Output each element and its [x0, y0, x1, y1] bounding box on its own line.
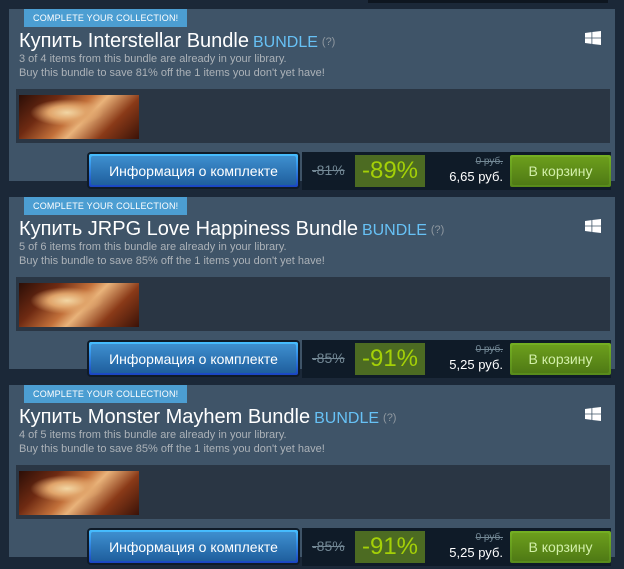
bundle-title-text: Купить JRPG Love Happiness Bundle [19, 218, 358, 240]
bundle-help-link[interactable]: (?) [431, 224, 444, 236]
game-thumbnail-image[interactable] [19, 471, 139, 515]
bundle-discount-pct: -85% [312, 538, 345, 554]
add-to-cart-button[interactable]: В корзину [510, 343, 611, 375]
discount-badge: -91% [355, 343, 425, 375]
bundle-title: Купить Monster Mayhem Bundle BUNDLE (?) [19, 405, 396, 431]
bundle-info-button[interactable]: Информация о комплекте [89, 154, 298, 187]
bundle-kind-label: BUNDLE [361, 222, 427, 239]
add-to-cart-label: В корзину [528, 163, 593, 179]
bundle-panel-monster-mayhem: COMPLETE YOUR COLLECTION! Купить Monster… [9, 385, 615, 566]
bundle-owned-note: 5 of 6 items from this bundle are alread… [19, 241, 287, 253]
original-price: 0 руб. [475, 344, 503, 355]
original-price: 0 руб. [475, 532, 503, 543]
purchase-area: -85% -91% 0 руб. 5,25 руб. В корзину [302, 340, 611, 378]
bundle-info-label: Информация о комплекте [109, 538, 278, 555]
final-price: 5,25 руб. [449, 357, 503, 372]
final-price: 5,25 руб. [449, 545, 503, 560]
purchase-area: -81% -89% 0 руб. 6,65 руб. В корзину [302, 152, 611, 190]
bundle-info-button[interactable]: Информация о комплекте [89, 530, 298, 563]
bundle-owned-note: 4 of 5 items from this bundle are alread… [19, 429, 287, 441]
final-price: 6,65 руб. [449, 169, 503, 184]
bundle-title-text: Купить Interstellar Bundle [19, 30, 249, 52]
bundle-items-strip [16, 277, 610, 331]
bundle-help-link[interactable]: (?) [322, 36, 335, 48]
bundle-panel-interstellar: COMPLETE YOUR COLLECTION! Купить Interst… [9, 9, 615, 190]
purchase-area: -85% -91% 0 руб. 5,25 руб. В корзину [302, 528, 611, 566]
add-to-cart-label: В корзину [528, 539, 593, 555]
complete-collection-tag: COMPLETE YOUR COLLECTION! [24, 197, 188, 215]
bundle-help-link[interactable]: (?) [383, 412, 396, 424]
bundle-info-label: Информация о комплекте [109, 350, 278, 367]
windows-icon [585, 219, 601, 233]
windows-icon [585, 407, 601, 421]
add-to-cart-button[interactable]: В корзину [510, 531, 611, 563]
game-thumbnail-image[interactable] [19, 95, 139, 139]
bundle-kind-label: BUNDLE [314, 410, 380, 427]
add-to-cart-label: В корзину [528, 351, 593, 367]
bundle-discount-pct: -85% [312, 350, 345, 366]
discount-badge: -89% [355, 155, 425, 187]
bundle-kind-label: BUNDLE [253, 34, 318, 51]
windows-icon [585, 31, 601, 45]
add-to-cart-button[interactable]: В корзину [510, 155, 611, 187]
bundle-info-button[interactable]: Информация о комплекте [89, 342, 298, 375]
original-price: 0 руб. [475, 156, 503, 167]
discount-badge: -91% [355, 531, 425, 563]
bundle-discount-pct: -81% [312, 162, 345, 178]
complete-collection-tag: COMPLETE YOUR COLLECTION! [24, 9, 188, 27]
bundle-owned-note: 3 of 4 items from this bundle are alread… [19, 53, 287, 65]
game-thumbnail-image[interactable] [19, 283, 139, 327]
bundle-info-label: Информация о комплекте [109, 162, 278, 179]
bundle-items-strip [16, 465, 610, 519]
top-divider [368, 0, 608, 3]
complete-collection-tag: COMPLETE YOUR COLLECTION! [24, 385, 188, 403]
bundle-title: Купить JRPG Love Happiness Bundle BUNDLE (… [19, 217, 444, 243]
bundle-panel-jrpg-love-happiness: COMPLETE YOUR COLLECTION! Купить JRPG Lo… [9, 197, 615, 378]
bundle-items-strip [16, 89, 610, 143]
bundle-save-note: Buy this bundle to save 85% off the 1 it… [19, 443, 325, 455]
bundle-save-note: Buy this bundle to save 81% off the 1 it… [19, 67, 325, 79]
bundle-save-note: Buy this bundle to save 85% off the 1 it… [19, 255, 325, 267]
bundle-title-text: Купить Monster Mayhem Bundle [19, 406, 311, 428]
bundle-title: Купить Interstellar Bundle BUNDLE (?) [19, 29, 335, 55]
